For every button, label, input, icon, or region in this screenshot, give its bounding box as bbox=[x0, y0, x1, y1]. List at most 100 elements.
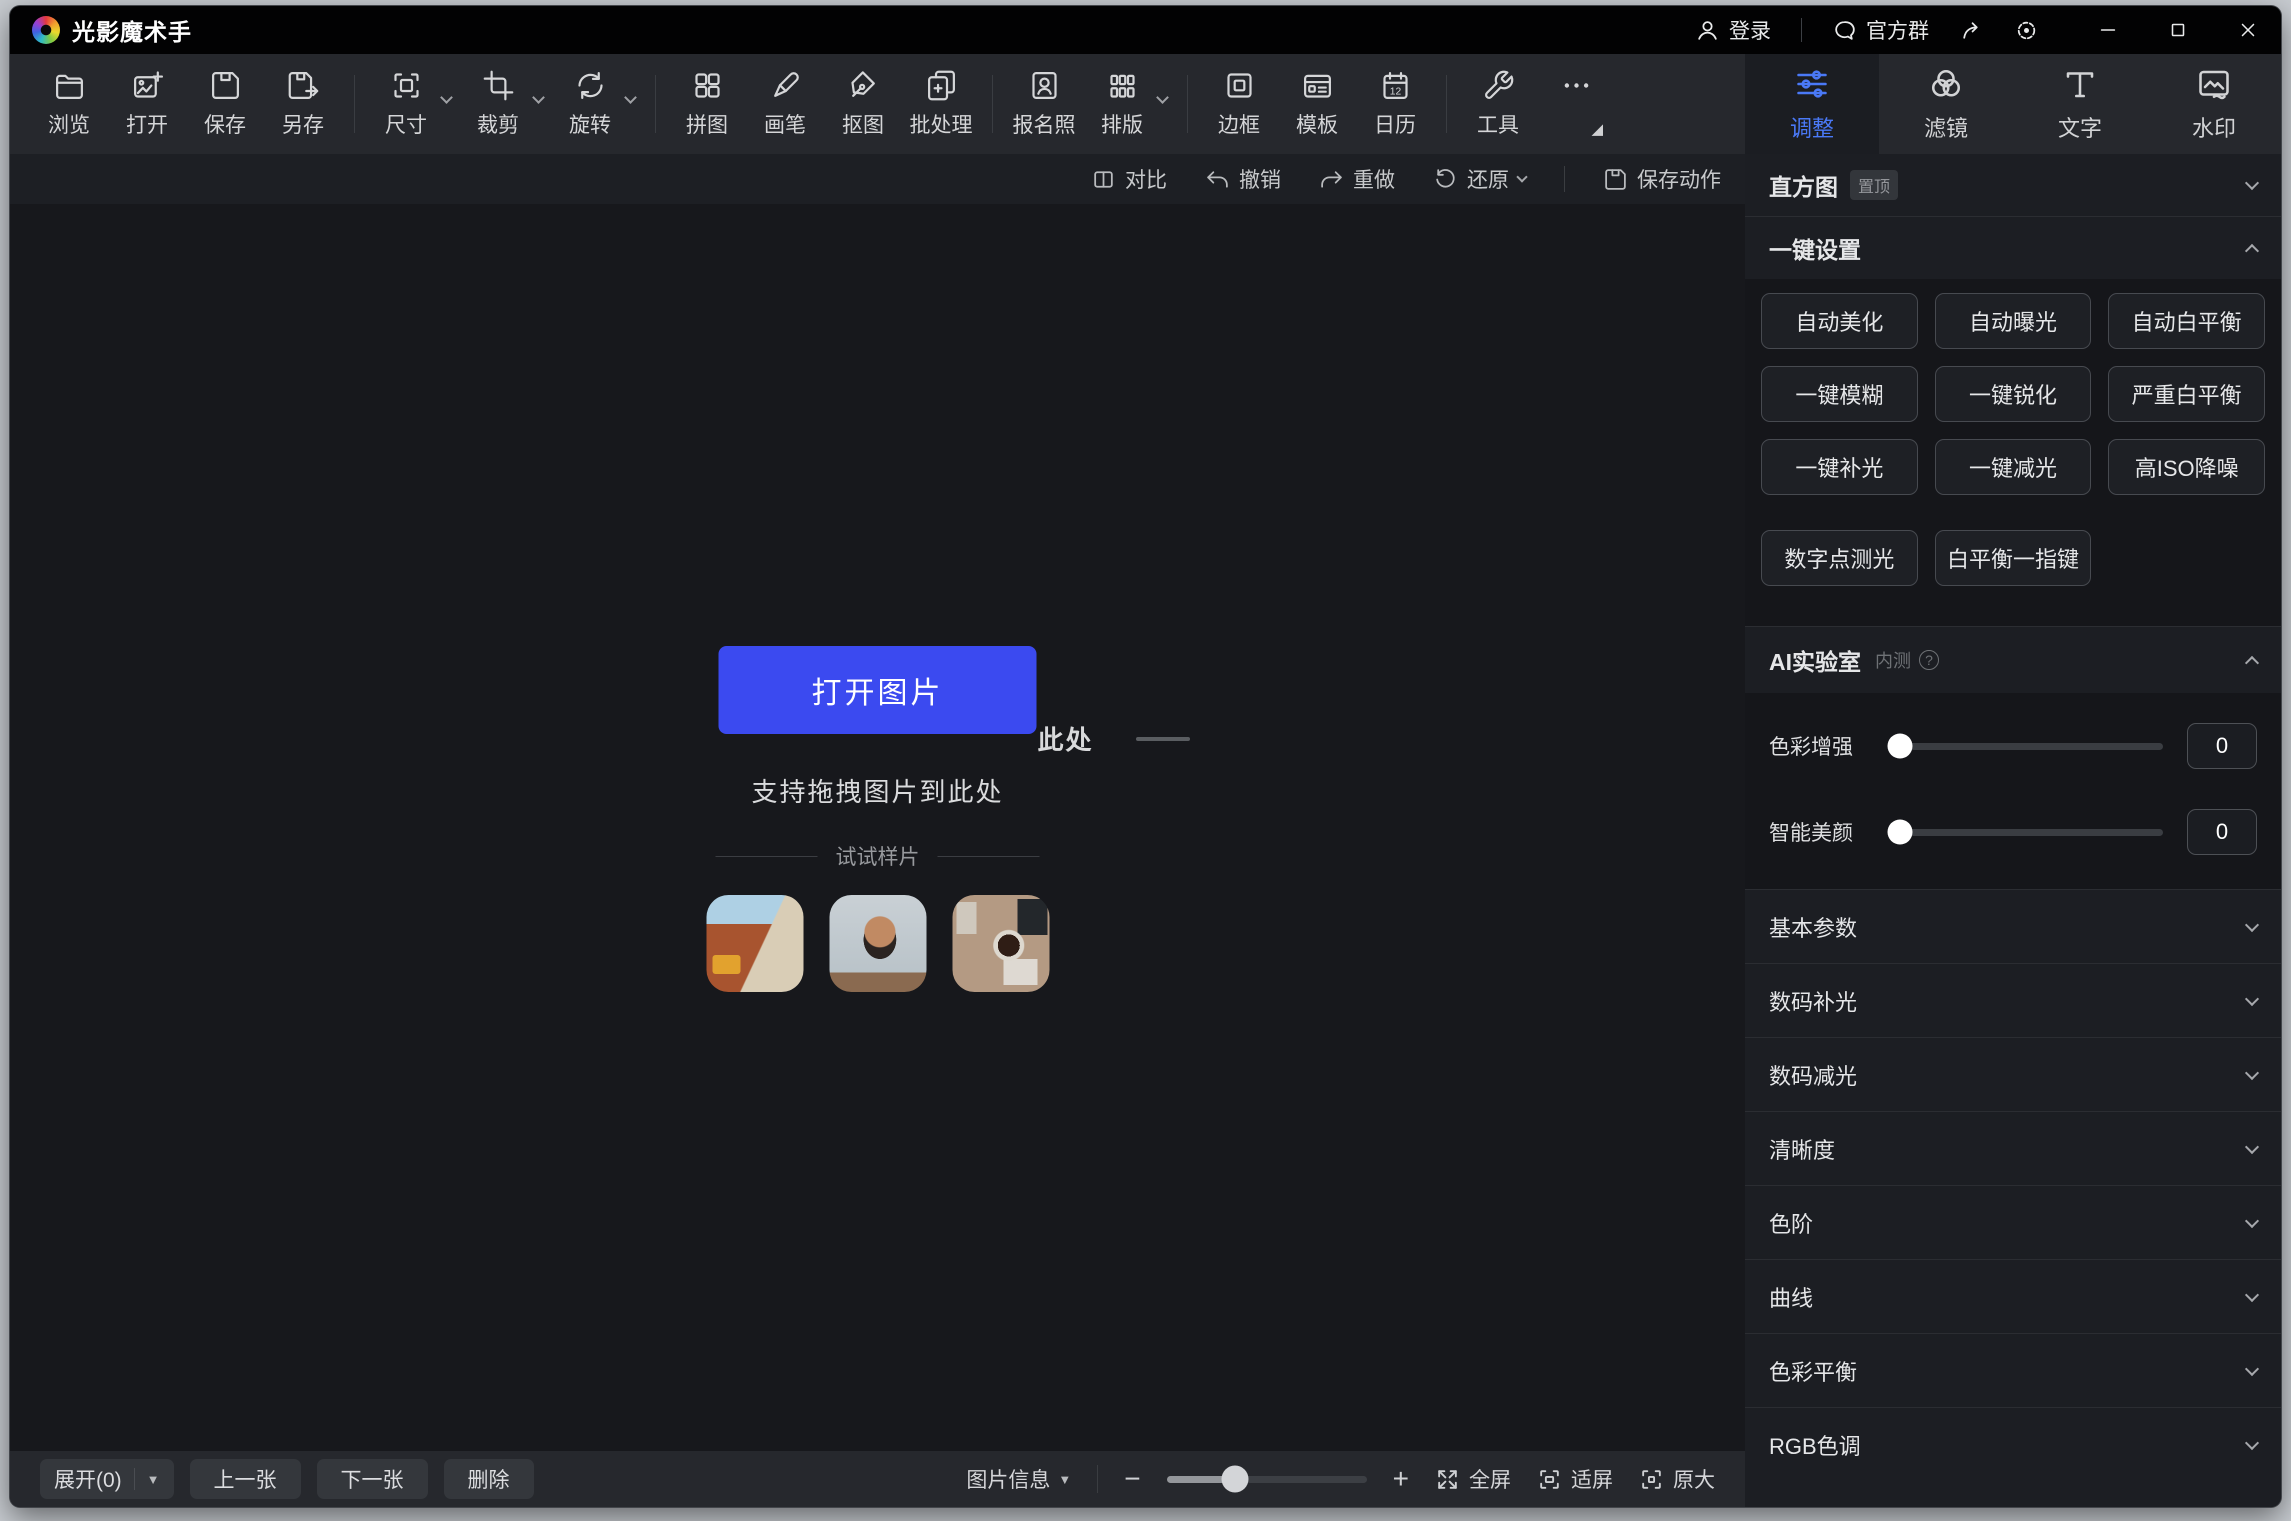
fullscreen-button[interactable]: 全屏 bbox=[1435, 1464, 1511, 1494]
smart-beauty-slider-thumb[interactable] bbox=[1888, 820, 1913, 845]
zoom-slider-thumb[interactable] bbox=[1221, 1466, 1248, 1493]
chevron-down-icon[interactable] bbox=[2245, 176, 2259, 190]
chevron-up-icon[interactable] bbox=[2245, 656, 2259, 670]
one-click-header[interactable]: 一键设置 bbox=[1745, 217, 2281, 279]
smart-beauty-value[interactable]: 0 bbox=[2187, 809, 2257, 855]
zoom-out-button[interactable]: − bbox=[1124, 1463, 1140, 1495]
one-click-blur-button[interactable]: 一键模糊 bbox=[1761, 366, 1918, 422]
sample-photo-desk[interactable] bbox=[952, 895, 1049, 992]
chevron-down-icon[interactable] bbox=[2245, 1213, 2259, 1227]
share-button[interactable] bbox=[1959, 18, 1984, 43]
white-balance-one-key-button[interactable]: 白平衡一指键 bbox=[1935, 530, 2092, 586]
section-digital-dim-light[interactable]: 数码减光 bbox=[1745, 1038, 2281, 1111]
color-enhance-value[interactable]: 0 bbox=[2187, 723, 2257, 769]
help-icon[interactable]: ? bbox=[1919, 650, 1939, 670]
expand-button[interactable]: 展开(0) ▼ bbox=[40, 1459, 174, 1499]
login-button[interactable]: 登录 bbox=[1695, 15, 1771, 45]
minimize-button[interactable] bbox=[2097, 19, 2119, 41]
calendar-button[interactable]: 12 日历 bbox=[1362, 69, 1428, 139]
settings-button[interactable] bbox=[2014, 18, 2039, 43]
redo-button[interactable]: 重做 bbox=[1319, 164, 1395, 194]
next-button[interactable]: 下一张 bbox=[317, 1459, 428, 1499]
high-iso-denoise-button[interactable]: 高ISO降噪 bbox=[2108, 439, 2265, 495]
image-info-button[interactable]: 图片信息 ▼ bbox=[966, 1464, 1071, 1494]
one-click-dim-light-button[interactable]: 一键减光 bbox=[1935, 439, 2092, 495]
layout-button[interactable]: 排版 bbox=[1089, 69, 1169, 139]
id-photo-button[interactable]: 报名照 bbox=[1011, 69, 1077, 139]
chevron-down-icon[interactable] bbox=[2245, 1287, 2259, 1301]
one-click-fill-light-button[interactable]: 一键补光 bbox=[1761, 439, 1918, 495]
brush-button[interactable]: 画笔 bbox=[752, 69, 818, 139]
chevron-down-icon[interactable] bbox=[2245, 1139, 2259, 1153]
close-button[interactable] bbox=[2237, 19, 2259, 41]
chevron-down-icon[interactable] bbox=[2245, 917, 2259, 931]
histogram-row[interactable]: 直方图 置顶 bbox=[1745, 154, 2281, 216]
template-button[interactable]: 模板 bbox=[1284, 69, 1350, 139]
chevron-down-icon[interactable] bbox=[624, 91, 637, 104]
batch-button[interactable]: 批处理 bbox=[908, 69, 974, 139]
resize-button[interactable]: 尺寸 bbox=[373, 69, 453, 139]
auto-beautify-button[interactable]: 自动美化 bbox=[1761, 293, 1918, 349]
one-click-body: 自动美化 自动曝光 自动白平衡 一键模糊 一键锐化 严重白平衡 一键补光 一键减… bbox=[1745, 279, 2281, 626]
zoom-in-button[interactable]: + bbox=[1393, 1463, 1409, 1495]
open-button[interactable]: 打开 bbox=[114, 69, 180, 139]
smart-beauty-slider[interactable] bbox=[1895, 829, 2163, 836]
maximize-button[interactable] bbox=[2167, 19, 2189, 41]
browse-button[interactable]: 浏览 bbox=[36, 69, 102, 139]
section-curves[interactable]: 曲线 bbox=[1745, 1260, 2281, 1333]
save-action-button[interactable]: 保存动作 bbox=[1603, 164, 1721, 194]
chevron-up-icon[interactable] bbox=[2245, 244, 2259, 258]
severe-white-balance-button[interactable]: 严重白平衡 bbox=[2108, 366, 2265, 422]
fit-screen-button[interactable]: 适屏 bbox=[1537, 1464, 1613, 1494]
chevron-down-icon[interactable] bbox=[440, 91, 453, 104]
compare-button[interactable]: 对比 bbox=[1091, 164, 1167, 194]
actual-size-button[interactable]: 原大 bbox=[1639, 1464, 1715, 1494]
fullscreen-label: 全屏 bbox=[1469, 1464, 1511, 1494]
tab-adjust[interactable]: 调整 bbox=[1745, 54, 1879, 154]
zoom-slider[interactable] bbox=[1167, 1476, 1367, 1483]
crop-button[interactable]: 裁剪 bbox=[465, 69, 545, 139]
sample-photo-portrait[interactable] bbox=[829, 895, 926, 992]
collage-button[interactable]: 拼图 bbox=[674, 69, 740, 139]
chevron-down-icon[interactable] bbox=[1516, 171, 1527, 182]
section-digital-fill-light[interactable]: 数码补光 bbox=[1745, 964, 2281, 1037]
save-button[interactable]: 保存 bbox=[192, 69, 258, 139]
section-levels[interactable]: 色阶 bbox=[1745, 1186, 2281, 1259]
undo-button[interactable]: 撤销 bbox=[1205, 164, 1281, 194]
chevron-down-icon[interactable] bbox=[2245, 991, 2259, 1005]
auto-exposure-button[interactable]: 自动曝光 bbox=[1935, 293, 2092, 349]
rotate-button[interactable]: 旋转 bbox=[557, 69, 637, 139]
auto-white-balance-button[interactable]: 自动白平衡 bbox=[2108, 293, 2265, 349]
section-clarity[interactable]: 清晰度 bbox=[1745, 1112, 2281, 1185]
section-color-balance[interactable]: 色彩平衡 bbox=[1745, 1334, 2281, 1407]
official-group-button[interactable]: 官方群 bbox=[1832, 15, 1929, 45]
tools-button[interactable]: 工具 bbox=[1465, 69, 1531, 139]
one-click-sharpen-button[interactable]: 一键锐化 bbox=[1935, 366, 2092, 422]
chevron-down-icon[interactable] bbox=[532, 91, 545, 104]
color-enhance-slider[interactable] bbox=[1895, 743, 2163, 750]
chevron-down-icon[interactable] bbox=[2245, 1065, 2259, 1079]
cutout-button[interactable]: 抠图 bbox=[830, 69, 896, 139]
chevron-down-icon[interactable] bbox=[2245, 1361, 2259, 1375]
restore-button[interactable]: 还原 bbox=[1433, 164, 1526, 194]
chevron-down-icon[interactable] bbox=[1156, 91, 1169, 104]
app-window: 光影魔术手 登录 官方群 bbox=[10, 6, 2281, 1507]
more-tools-button[interactable]: ◢ bbox=[1543, 69, 1609, 139]
chevron-down-icon[interactable] bbox=[2245, 1435, 2259, 1449]
fit-screen-icon bbox=[1537, 1467, 1562, 1492]
color-enhance-slider-thumb[interactable] bbox=[1888, 734, 1913, 759]
frame-button[interactable]: 边框 bbox=[1206, 69, 1272, 139]
tab-filter[interactable]: 滤镜 bbox=[1879, 54, 2013, 154]
tab-watermark[interactable]: 水印 bbox=[2147, 54, 2281, 154]
sample-photo-desert[interactable] bbox=[706, 895, 803, 992]
save-as-button[interactable]: 另存 bbox=[270, 69, 336, 139]
section-rgb-tone[interactable]: RGB色调 bbox=[1745, 1408, 2281, 1481]
digital-spot-metering-button[interactable]: 数字点测光 bbox=[1761, 530, 1918, 586]
ai-lab-header[interactable]: AI实验室 内测 ? bbox=[1745, 627, 2281, 693]
prev-button[interactable]: 上一张 bbox=[190, 1459, 301, 1499]
open-image-button[interactable]: 打开图片 bbox=[719, 646, 1037, 734]
tab-text[interactable]: 文字 bbox=[2013, 54, 2147, 154]
delete-button[interactable]: 删除 bbox=[444, 1459, 534, 1499]
pin-top-badge[interactable]: 置顶 bbox=[1850, 170, 1898, 200]
section-basic-params[interactable]: 基本参数 bbox=[1745, 890, 2281, 963]
